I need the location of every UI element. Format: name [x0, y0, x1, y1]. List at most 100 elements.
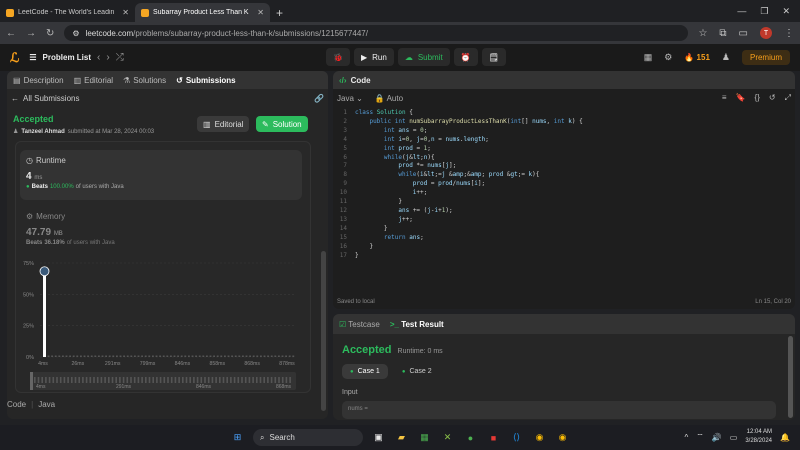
vscode-icon[interactable]: ⟨⟩: [509, 430, 524, 445]
wifi-icon[interactable]: ⌔: [696, 432, 704, 442]
code-line[interactable]: 2 public int numSubarrayProductLessThanK…: [333, 118, 795, 127]
problem-list-link[interactable]: Problem List: [43, 53, 91, 62]
xbox-icon[interactable]: ✕: [440, 430, 455, 445]
left-scrollbar[interactable]: [321, 251, 326, 411]
range-bar: [71, 377, 73, 383]
code-line[interactable]: 13 j++;: [333, 216, 795, 225]
chevron-up-icon[interactable]: ^: [685, 433, 689, 442]
code-line[interactable]: 17}: [333, 252, 795, 261]
address-bar[interactable]: ⚙ leetcode.com/problems/subarray-product…: [64, 25, 689, 41]
battery-icon[interactable]: ▭: [730, 433, 738, 442]
leetcode-logo-icon[interactable]: ℒ: [10, 50, 19, 66]
case-tabs: ● Case 1 ● Case 2: [342, 364, 440, 379]
app-icon-red[interactable]: ■: [486, 430, 501, 445]
pass-dot-icon: ●: [350, 368, 354, 375]
runtime-card[interactable]: ◷ Runtime 4 ms ● Beats 100.00% of users with…: [20, 150, 302, 200]
code-line[interactable]: 10 i++;: [333, 189, 795, 198]
taskbar-search[interactable]: ⌕ Search: [253, 429, 363, 446]
browser-tab-leetcode[interactable]: LeetCode - The World's Leadin ✕: [0, 3, 135, 22]
reset-icon[interactable]: ↺: [769, 93, 776, 103]
fullscreen-icon[interactable]: ⤢: [785, 93, 791, 103]
back-icon[interactable]: ←: [6, 28, 16, 39]
chrome-active-icon[interactable]: ◉: [555, 430, 570, 445]
maximize-icon[interactable]: ❐: [760, 6, 768, 17]
braces-icon[interactable]: {}: [755, 93, 760, 103]
test-scrollbar[interactable]: [788, 336, 793, 418]
sidebar-icon[interactable]: ▭: [739, 28, 748, 39]
code-line[interactable]: 15 return ans;: [333, 234, 795, 243]
premium-button[interactable]: Premium: [741, 50, 790, 65]
next-problem-icon[interactable]: ›: [106, 52, 109, 63]
code-line[interactable]: 4 int i=0, j=0,n = nums.length;: [333, 136, 795, 145]
code-line[interactable]: 6 while(j&lt;n){: [333, 154, 795, 163]
site-info-icon[interactable]: ⚙: [72, 29, 79, 38]
file-explorer-icon[interactable]: ▰: [394, 430, 409, 445]
code-line[interactable]: 5 int prod = 1;: [333, 145, 795, 154]
reload-icon[interactable]: ↻: [46, 28, 54, 39]
windows-start-icon[interactable]: ⊞: [230, 430, 245, 445]
code-line[interactable]: 1 class Solution {: [333, 109, 795, 118]
close-tab-icon[interactable]: ✕: [122, 8, 129, 17]
code-line[interactable]: 11 }: [333, 198, 795, 207]
tab-testcase[interactable]: ☑ Testcase: [339, 320, 380, 329]
bookmark-star-icon[interactable]: ☆: [698, 28, 707, 39]
memory-card[interactable]: ⚙ Memory 47.79 MB Beats 36.18% of users wit…: [26, 212, 115, 246]
language-select[interactable]: Java ⌄: [337, 94, 363, 103]
bookmark-icon[interactable]: 🔖: [736, 93, 746, 103]
browser-tab-subarray[interactable]: Subarray Product Less Than K ✕: [135, 3, 270, 22]
code-text: i++;: [412, 189, 428, 197]
code-line[interactable]: 9 prod = prod/nums[i];: [333, 180, 795, 189]
store-icon[interactable]: ▦: [417, 430, 432, 445]
volume-icon[interactable]: 🔊: [712, 433, 722, 442]
tab-description[interactable]: ▤ Description: [13, 76, 64, 85]
tab-solutions[interactable]: ⚗ Solutions: [123, 76, 166, 85]
user-avatar-icon[interactable]: ♟: [722, 52, 730, 63]
forward-icon[interactable]: →: [26, 28, 36, 39]
app-icon[interactable]: ●: [463, 430, 478, 445]
timer-button[interactable]: ⏰: [453, 48, 478, 66]
code-line[interactable]: 12 ans += (j-i+1);: [333, 207, 795, 216]
shuffle-icon[interactable]: ⤮: [116, 52, 124, 63]
code-line[interactable]: 8 while(i&lt;=j &amp;&amp; prod &gt;= k)…: [333, 171, 795, 180]
close-tab-icon[interactable]: ✕: [257, 8, 264, 17]
editorial-button[interactable]: ▥ Editorial: [197, 116, 250, 132]
extensions-icon[interactable]: ⧉: [719, 28, 726, 39]
code-line[interactable]: 16 }: [333, 243, 795, 252]
submitter-name[interactable]: Tanzeel Ahmad: [21, 129, 64, 135]
tab-editorial[interactable]: ▥ Editorial: [74, 76, 113, 85]
submit-button[interactable]: ☁ Submit: [397, 48, 450, 66]
debug-button[interactable]: 🐞: [326, 48, 350, 66]
tab-submissions[interactable]: ↺ Submissions: [176, 76, 236, 85]
layout-icon[interactable]: ▦: [644, 52, 653, 63]
task-view-icon[interactable]: ▣: [371, 430, 386, 445]
clock-icon: ◷: [26, 156, 33, 165]
prev-problem-icon[interactable]: ‹: [97, 52, 100, 63]
new-tab-button[interactable]: +: [270, 3, 289, 22]
range-bar: [185, 377, 188, 383]
all-submissions-link[interactable]: ← All Submissions 🔗: [7, 89, 328, 107]
chart-bar: [148, 355, 151, 357]
format-icon[interactable]: ≡: [722, 93, 727, 103]
profile-avatar[interactable]: T: [760, 27, 772, 39]
minimize-icon[interactable]: —: [737, 6, 746, 16]
auto-mode[interactable]: 🔒 Auto: [375, 94, 403, 103]
notification-bell-icon[interactable]: 🔔: [780, 433, 790, 442]
chrome-menu-icon[interactable]: ⋮: [784, 28, 794, 39]
range-bar: [267, 377, 269, 383]
solution-button[interactable]: ✎ Solution: [256, 116, 308, 132]
run-button[interactable]: ▶ Run: [353, 48, 394, 66]
code-line[interactable]: 14 }: [333, 225, 795, 234]
case-2-tab[interactable]: ● Case 2: [394, 364, 440, 379]
case-1-tab[interactable]: ● Case 1: [342, 364, 388, 379]
code-editor[interactable]: 1 class Solution {2 public int numSubarra…: [333, 109, 795, 260]
code-line[interactable]: 7 prod *= nums[j];: [333, 162, 795, 171]
link-icon[interactable]: 🔗: [314, 94, 324, 103]
settings-gear-icon[interactable]: ⚙: [664, 52, 672, 63]
tab-test-result[interactable]: >_ Test Result: [390, 320, 444, 329]
clock[interactable]: 12:04 AM 3/28/2024: [745, 428, 772, 446]
chrome-icon[interactable]: ◉: [532, 430, 547, 445]
streak-counter[interactable]: 🔥 151: [684, 53, 710, 62]
notes-button[interactable]: 🗒: [481, 48, 506, 66]
close-window-icon[interactable]: ✕: [782, 6, 790, 17]
code-line[interactable]: 3 int ans = 0;: [333, 127, 795, 136]
